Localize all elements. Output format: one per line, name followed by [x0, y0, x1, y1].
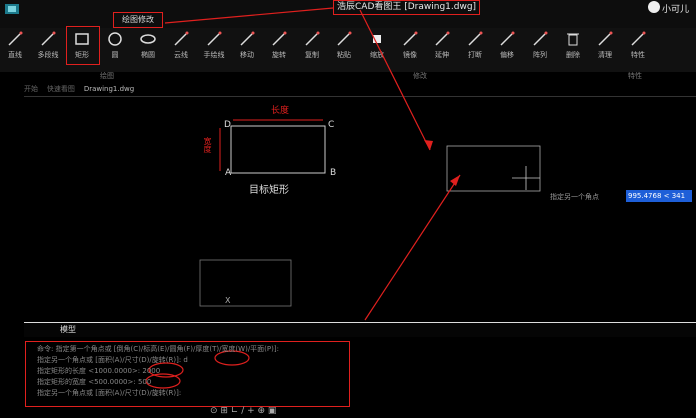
layout-tabs-bar: [24, 322, 696, 337]
point-x: X: [225, 296, 231, 305]
tab-model[interactable]: 模型: [60, 324, 76, 335]
length-label: 长度: [271, 106, 290, 116]
target-rectangle: [230, 125, 326, 174]
corner-d: D: [224, 120, 231, 130]
command-line-4: 指定矩形的宽度 <500.0000>: 500: [37, 378, 152, 386]
caption: 目标矩形: [249, 185, 289, 196]
width-label: 宽度: [203, 137, 212, 153]
command-line-2: 指定另一个角点或 [面积(A)/尺寸(D)/旋转(R)]: d: [37, 356, 188, 364]
command-line-1: 命令: 指定第一个角点或 [倒角(C)/标高(E)/圆角(F)/厚度(T)/宽度…: [37, 345, 279, 353]
prompt-label: 指定另一个角点: [550, 193, 599, 201]
existing-rectangle: [199, 259, 292, 307]
corner-a: A: [225, 168, 232, 178]
corner-b: B: [330, 168, 337, 178]
command-line-3: 指定矩形的长度 <1000.0000>: 2000: [37, 367, 161, 375]
status-bar-icons[interactable]: ⊙ ⊞ ∟ / + ⊕ ▣: [210, 406, 276, 416]
command-line-5: 指定另一个角点或 [面积(A)/尺寸(D)/旋转(R)]:: [37, 389, 182, 397]
corner-c: C: [328, 120, 335, 130]
dynamic-input-field[interactable]: [626, 190, 692, 202]
